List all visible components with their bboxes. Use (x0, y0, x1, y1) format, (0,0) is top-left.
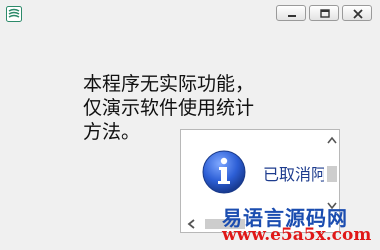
maximize-icon (320, 9, 330, 18)
app-logo-icon[interactable] (6, 6, 22, 22)
minimize-button[interactable] (276, 5, 306, 21)
maximize-button[interactable] (309, 5, 339, 21)
description-line: 仅演示软件使用统计 (83, 97, 255, 119)
scroll-up-icon[interactable] (327, 136, 337, 144)
scroll-thumb[interactable] (327, 166, 337, 182)
app-window: 本程序无实际功能， 仅演示软件使用统计 方法。 已取消阿 易语言源码网 www.… (0, 0, 380, 250)
watermark-url: www.e5a5x.com (222, 225, 372, 245)
close-icon (353, 9, 363, 19)
description-line: 本程序无实际功能， (83, 73, 255, 95)
site-watermark: 易语言源码网 www.e5a5x.com (212, 198, 380, 250)
close-button[interactable] (342, 5, 372, 21)
info-icon (201, 149, 247, 199)
scroll-left-icon[interactable] (187, 219, 195, 229)
notification-message: 已取消阿 (263, 165, 328, 184)
title-bar[interactable] (0, 0, 380, 28)
minimize-icon (288, 15, 296, 17)
